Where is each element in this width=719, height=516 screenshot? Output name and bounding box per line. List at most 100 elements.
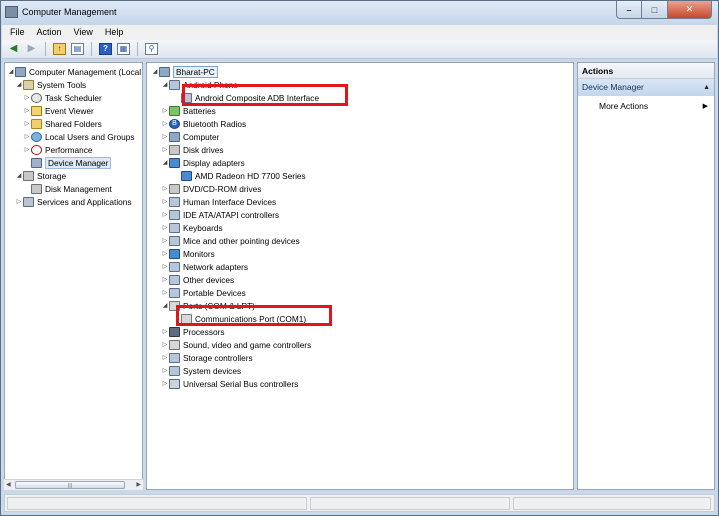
tree-item-performance[interactable]: ▷ Performance [23,143,93,156]
device-tree-pane[interactable]: ◢ Bharat-PC ◢ Android Phone Android Compos… [146,62,574,490]
properties-icon[interactable]: ▦ [116,42,131,57]
menu-action[interactable]: Action [31,25,68,40]
tree-item-device-manager[interactable]: Device Manager [23,156,112,169]
device-tree-root[interactable]: ◢ Bharat-PC [151,65,218,78]
device-label: Portable Devices [183,287,246,298]
expand-arrow-icon[interactable]: ▷ [161,341,169,348]
device-category-keyboards[interactable]: ▷ Keyboards [161,221,223,234]
usb-icon [169,378,180,389]
expand-arrow-icon[interactable]: ▷ [15,198,23,205]
device-label: Monitors [183,248,215,259]
expand-arrow-icon[interactable]: ▷ [161,120,169,127]
menu-help[interactable]: Help [99,25,130,40]
device-category-other-devices[interactable]: ▷ Other devices [161,273,234,286]
tree-item-task-scheduler[interactable]: ▷ Task Scheduler [23,91,102,104]
expand-arrow-icon[interactable]: ▷ [161,107,169,114]
expand-arrow-icon[interactable]: ▷ [23,120,31,127]
expand-arrow-icon[interactable]: ▷ [161,146,169,153]
expand-arrow-icon[interactable]: ▷ [161,367,169,374]
tree-item-storage[interactable]: ◢ Storage [15,169,66,182]
device-category-universal-serial-bus-controllers[interactable]: ▷ Universal Serial Bus controllers [161,377,298,390]
collapse-arrow-icon[interactable]: ◢ [161,81,169,88]
expand-arrow-icon[interactable]: ▷ [161,185,169,192]
tree-item-label: Device Manager [45,156,112,169]
device-category-storage-controllers[interactable]: ▷ Storage controllers [161,351,253,364]
expand-arrow-icon[interactable]: ▷ [23,146,31,153]
scan-hardware-icon[interactable]: ⚲ [144,42,159,57]
processor-icon [169,326,180,337]
menu-view[interactable]: View [68,25,99,40]
actions-section-device-manager[interactable]: Device Manager ▲ [578,79,714,96]
device-amd-radeon-hd-7700-series[interactable]: AMD Radeon HD 7700 Series [173,169,306,182]
close-button[interactable]: ✕ [668,1,712,19]
scroll-right-icon[interactable]: ▶ [136,481,141,488]
up-folder-icon[interactable]: ↑ [52,42,67,57]
tree-item-event-viewer[interactable]: ▷ Event Viewer [23,104,94,117]
device-category-dvd-cd-rom-drives[interactable]: ▷ DVD/CD-ROM drives [161,182,261,195]
device-category-monitors[interactable]: ▷ Monitors [161,247,215,260]
tree-item-label: Performance [45,144,93,155]
console-tree-pane[interactable]: ◢ Computer Management (Local ◢ System To… [4,62,143,490]
collapse-arrow-icon[interactable]: ◢ [161,159,169,166]
collapse-arrow-icon[interactable]: ◢ [161,302,169,309]
device-category-sound-video-and-game-controllers[interactable]: ▷ Sound, video and game controllers [161,338,311,351]
expand-arrow-icon[interactable]: ▷ [161,328,169,335]
more-actions-link[interactable]: More Actions ▶ [599,100,711,113]
device-category-disk-drives[interactable]: ▷ Disk drives [161,143,224,156]
expand-arrow-icon[interactable]: ▷ [161,289,169,296]
tree-item-label: Storage [37,170,67,181]
collapse-arrow-icon[interactable]: ◢ [15,81,23,88]
collapse-arrow-icon[interactable]: ◢ [15,172,23,179]
scroll-left-icon[interactable]: ◀ [6,481,11,488]
device-category-portable-devices[interactable]: ▷ Portable Devices [161,286,246,299]
computer-name: Bharat-PC [173,65,218,78]
horizontal-scrollbar[interactable]: ◀ ||| ▶ [4,479,143,490]
expand-arrow-icon[interactable]: ▷ [161,133,169,140]
maximize-button[interactable]: □ [642,1,668,19]
menu-file[interactable]: File [4,25,31,40]
status-cell [513,497,711,510]
device-category-bluetooth-radios[interactable]: ▷ B Bluetooth Radios [161,117,246,130]
storage-controller-icon [169,352,180,363]
portable-icon [169,287,180,298]
expand-arrow-icon[interactable]: ▷ [161,224,169,231]
minimize-button[interactable]: – [616,1,642,19]
device-category-processors[interactable]: ▷ Processors [161,325,225,338]
forward-icon[interactable]: ▶ [24,42,39,57]
tree-root[interactable]: ◢ Computer Management (Local [7,65,141,78]
expand-arrow-icon[interactable]: ▷ [161,354,169,361]
collapse-arrow-icon[interactable]: ◢ [151,68,159,75]
device-category-ide-ata-atapi-controllers[interactable]: ▷ IDE ATA/ATAPI controllers [161,208,279,221]
help-icon[interactable]: ? [98,42,113,57]
device-category-display-adapters[interactable]: ◢ Display adapters [161,156,245,169]
expand-arrow-icon[interactable]: ▷ [23,107,31,114]
services-icon [23,196,34,207]
tree-item-system-tools[interactable]: ◢ System Tools [15,78,86,91]
tree-item-shared-folders[interactable]: ▷ Shared Folders [23,117,102,130]
tree-item-disk-management[interactable]: Disk Management [23,182,112,195]
expand-arrow-icon[interactable]: ▷ [23,94,31,101]
device-category-mice-and-other-pointing-devices[interactable]: ▷ Mice and other pointing devices [161,234,300,247]
show-hide-tree-icon[interactable]: ▤ [70,42,85,57]
expand-arrow-icon[interactable]: ▷ [161,276,169,283]
submenu-arrow-icon: ▶ [702,103,708,110]
collapse-up-icon[interactable]: ▲ [703,79,710,96]
expand-arrow-icon[interactable]: ▷ [23,133,31,140]
device-category-network-adapters[interactable]: ▷ Network adapters [161,260,248,273]
expand-arrow-icon[interactable]: ▷ [161,250,169,257]
tree-item-local-users[interactable]: ▷ Local Users and Groups [23,130,134,143]
device-category-system-devices[interactable]: ▷ System devices [161,364,241,377]
device-category-human-interface-devices[interactable]: ▷ Human Interface Devices [161,195,276,208]
expand-arrow-icon[interactable]: ▷ [161,263,169,270]
scrollbar-thumb[interactable]: ||| [15,481,125,489]
back-icon[interactable]: ◀ [6,42,21,57]
tree-item-services[interactable]: ▷ Services and Applications [15,195,132,208]
expand-arrow-icon[interactable]: ▷ [161,211,169,218]
title-bar[interactable]: Computer Management – □ ✕ [1,1,718,25]
display-adapter-icon [181,170,192,181]
collapse-arrow-icon[interactable]: ◢ [7,68,15,75]
device-category-computer[interactable]: ▷ Computer [161,130,219,143]
expand-arrow-icon[interactable]: ▷ [161,237,169,244]
expand-arrow-icon[interactable]: ▷ [161,380,169,387]
expand-arrow-icon[interactable]: ▷ [161,198,169,205]
